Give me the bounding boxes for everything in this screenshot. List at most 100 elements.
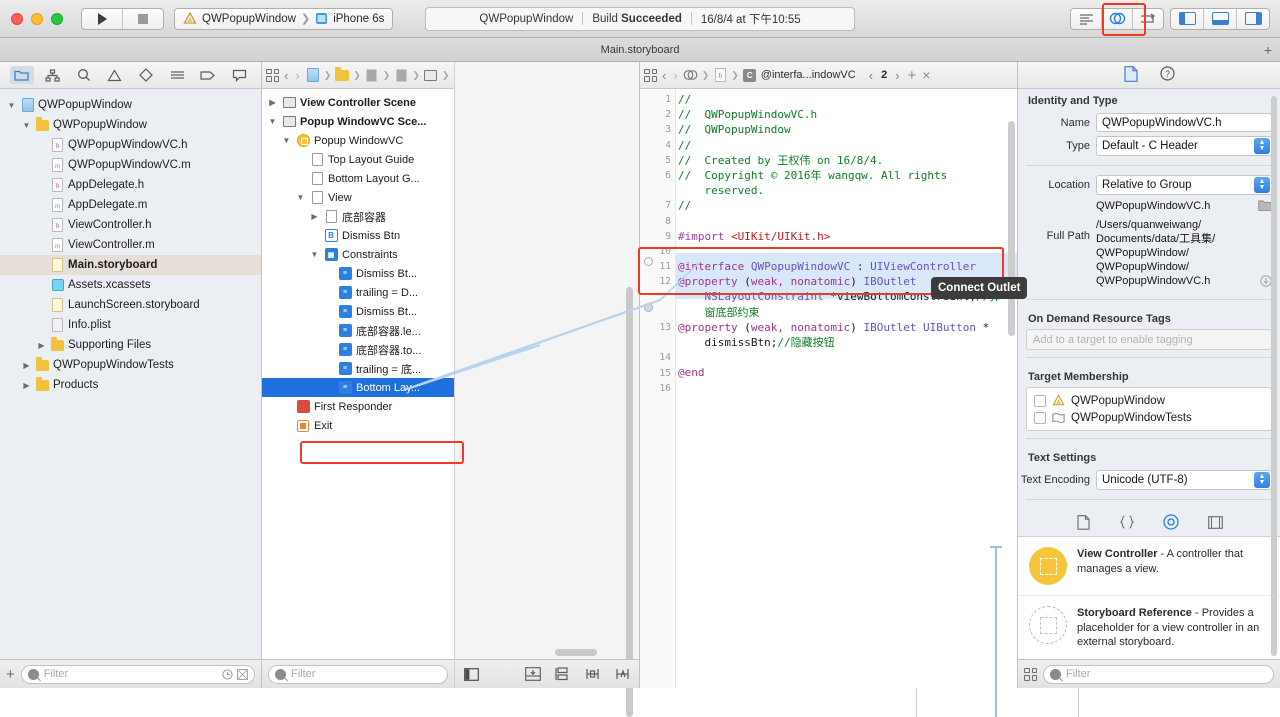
media-library-button[interactable] [1206, 514, 1224, 530]
disclosure-triangle[interactable]: ▼ [267, 117, 278, 126]
file-inspector-button[interactable] [1123, 65, 1138, 85]
navigator-item-13[interactable]: ▶ QWPopupWindowTests [0, 355, 261, 375]
source-control-navigator-button[interactable] [41, 66, 65, 84]
scene-icon[interactable] [423, 67, 439, 83]
name-field[interactable]: QWPopupWindowVC.h [1096, 113, 1272, 132]
disclosure-triangle[interactable]: ▼ [309, 250, 320, 259]
disclosure-triangle[interactable]: ▼ [281, 136, 292, 145]
forward-button[interactable]: › [293, 68, 301, 83]
recent-filter-icon[interactable] [222, 668, 233, 680]
bottom-constraint-indicator[interactable] [990, 546, 1002, 717]
choose-file-button[interactable] [1258, 199, 1272, 214]
outlet-connection-marker-1[interactable] [644, 303, 653, 312]
toggle-debug-area-button[interactable] [1204, 9, 1236, 29]
navigator-item-6[interactable]: h ViewController.h [0, 215, 261, 235]
disclosure-triangle[interactable]: ▶ [21, 381, 32, 390]
line-number-gutter[interactable]: 1 2 3 4 5 6 7 8 9 10 11 12 13 14 15 16 [640, 89, 676, 688]
pin-button[interactable] [584, 667, 601, 682]
storyboard-canvas-panel[interactable] [455, 62, 1079, 717]
active-tab-title[interactable]: Main.storyboard [601, 44, 680, 56]
outline-item-14[interactable]: ≡ trailing = 底... [262, 359, 454, 378]
outline-item-10[interactable]: ≡ trailing = D... [262, 283, 454, 302]
navigator-item-8[interactable]: Main.storyboard [0, 255, 261, 275]
close-window-button[interactable] [11, 12, 23, 25]
navigator-item-1[interactable]: ▼ QWPopupWindow [0, 115, 261, 135]
outline-item-1[interactable]: ▼ Popup WindowVC Sce... [262, 112, 454, 131]
source-control-filter-icon[interactable] [237, 668, 248, 680]
outline-item-13[interactable]: ≡ 底部容器.to... [262, 340, 454, 359]
outlet-connection-marker-0[interactable] [644, 257, 653, 266]
standard-editor-button[interactable] [1071, 9, 1101, 29]
disclosure-triangle[interactable]: ▶ [309, 212, 320, 221]
outline-item-11[interactable]: ≡ Dismiss Bt... [262, 302, 454, 321]
back-button[interactable]: ‹ [282, 68, 290, 83]
canvas-vertical-scrollbar[interactable] [626, 287, 633, 717]
ondemand-tags-input[interactable]: Add to a target to enable tagging [1026, 329, 1272, 350]
quick-help-button[interactable]: ? [1159, 66, 1175, 84]
previous-counterpart-button[interactable]: ‹ [867, 68, 875, 83]
update-frames-button[interactable] [524, 667, 541, 682]
navigator-item-0[interactable]: ▼ QWPopupWindow [0, 95, 261, 115]
library-item-1[interactable]: Storyboard Reference - Provides a placeh… [1018, 596, 1280, 659]
outline-item-17[interactable]: Exit [262, 416, 454, 435]
project-navigator-button[interactable] [9, 66, 34, 84]
header-file-icon[interactable]: h [712, 67, 728, 83]
resolve-issues-button[interactable] [614, 667, 631, 682]
minimize-window-button[interactable] [31, 12, 43, 25]
navigator-item-4[interactable]: h AppDelegate.h [0, 175, 261, 195]
navigator-filter-input[interactable]: Filter [20, 664, 255, 684]
view-controller-icon[interactable] [452, 67, 454, 83]
related-items-icon[interactable] [266, 68, 279, 82]
target-checkbox[interactable] [1034, 411, 1046, 424]
forward-button[interactable]: › [671, 68, 679, 83]
outline-item-0[interactable]: ▶ View Controller Scene [262, 93, 454, 112]
outline-item-5[interactable]: ▼ View [262, 188, 454, 207]
add-file-button[interactable]: + [6, 666, 15, 683]
type-select[interactable]: Default - C Header ▲ ▼ [1096, 136, 1272, 156]
target-membership-row-1[interactable]: QWPopupWindowTests [1027, 409, 1271, 426]
run-button[interactable] [82, 9, 122, 29]
code-text-area[interactable]: 1 2 3 4 5 6 7 8 9 10 11 12 13 14 15 16 //// QWPopupWind… [640, 89, 1017, 688]
file-template-library-button[interactable] [1074, 514, 1092, 530]
outline-item-12[interactable]: ≡ 底部容器.le... [262, 321, 454, 340]
interface-symbol-badge[interactable]: C [742, 67, 758, 83]
zoom-window-button[interactable] [51, 12, 63, 25]
breakpoint-navigator-button[interactable] [196, 66, 220, 84]
next-counterpart-button[interactable]: › [893, 68, 901, 83]
version-editor-button[interactable] [1133, 9, 1163, 29]
issue-navigator-button[interactable] [103, 66, 127, 84]
debug-navigator-button[interactable] [165, 66, 189, 84]
document-outline-toggle-button[interactable] [463, 667, 480, 682]
disclosure-triangle[interactable]: ▼ [295, 193, 306, 202]
scheme-selector[interactable]: QWPopupWindow ❯ iPhone 6s [174, 7, 394, 30]
source-code[interactable]: //// QWPopupWindowVC.h// QWPopupWindow//… [678, 89, 1017, 688]
code-snippet-library-button[interactable] [1118, 514, 1136, 530]
stepper-icon[interactable]: ▲ ▼ [1254, 138, 1270, 154]
assistant-editor-button[interactable] [1102, 9, 1132, 29]
navigator-item-2[interactable]: h QWPopupWindowVC.h [0, 135, 261, 155]
disclosure-triangle[interactable]: ▶ [267, 98, 278, 107]
navigator-item-7[interactable]: m ViewController.m [0, 235, 261, 255]
find-navigator-button[interactable] [72, 66, 96, 84]
object-library-button[interactable] [1162, 514, 1180, 530]
navigator-item-11[interactable]: Info.plist [0, 315, 261, 335]
target-membership-row-0[interactable]: QWPopupWindow [1027, 392, 1271, 409]
outline-item-7[interactable]: B Dismiss Btn [262, 226, 454, 245]
outline-item-15[interactable]: ≡ Bottom Lay... [262, 378, 454, 397]
outline-item-3[interactable]: Top Layout Guide [262, 150, 454, 169]
outline-item-6[interactable]: ▶ 底部容器 [262, 207, 454, 226]
disclosure-triangle[interactable]: ▶ [21, 361, 32, 370]
new-tab-button[interactable]: + [1264, 42, 1272, 58]
align-button[interactable] [554, 667, 571, 682]
add-assistant-editor-button[interactable]: + [908, 67, 917, 84]
outline-item-8[interactable]: ▼ ▦ Constraints [262, 245, 454, 264]
related-items-icon[interactable] [644, 68, 657, 82]
inspector-scrollbar-track[interactable] [1271, 96, 1277, 656]
code-jump-bar-symbol[interactable]: @interfa...indowVC [761, 69, 856, 81]
related-items-icon-2[interactable] [683, 67, 699, 83]
toggle-utilities-button[interactable] [1237, 9, 1269, 29]
toggle-navigator-button[interactable] [1171, 9, 1203, 29]
disclosure-triangle[interactable]: ▶ [36, 341, 47, 350]
library-filter-input[interactable]: Filter [1043, 664, 1274, 684]
navigator-item-5[interactable]: m AppDelegate.m [0, 195, 261, 215]
